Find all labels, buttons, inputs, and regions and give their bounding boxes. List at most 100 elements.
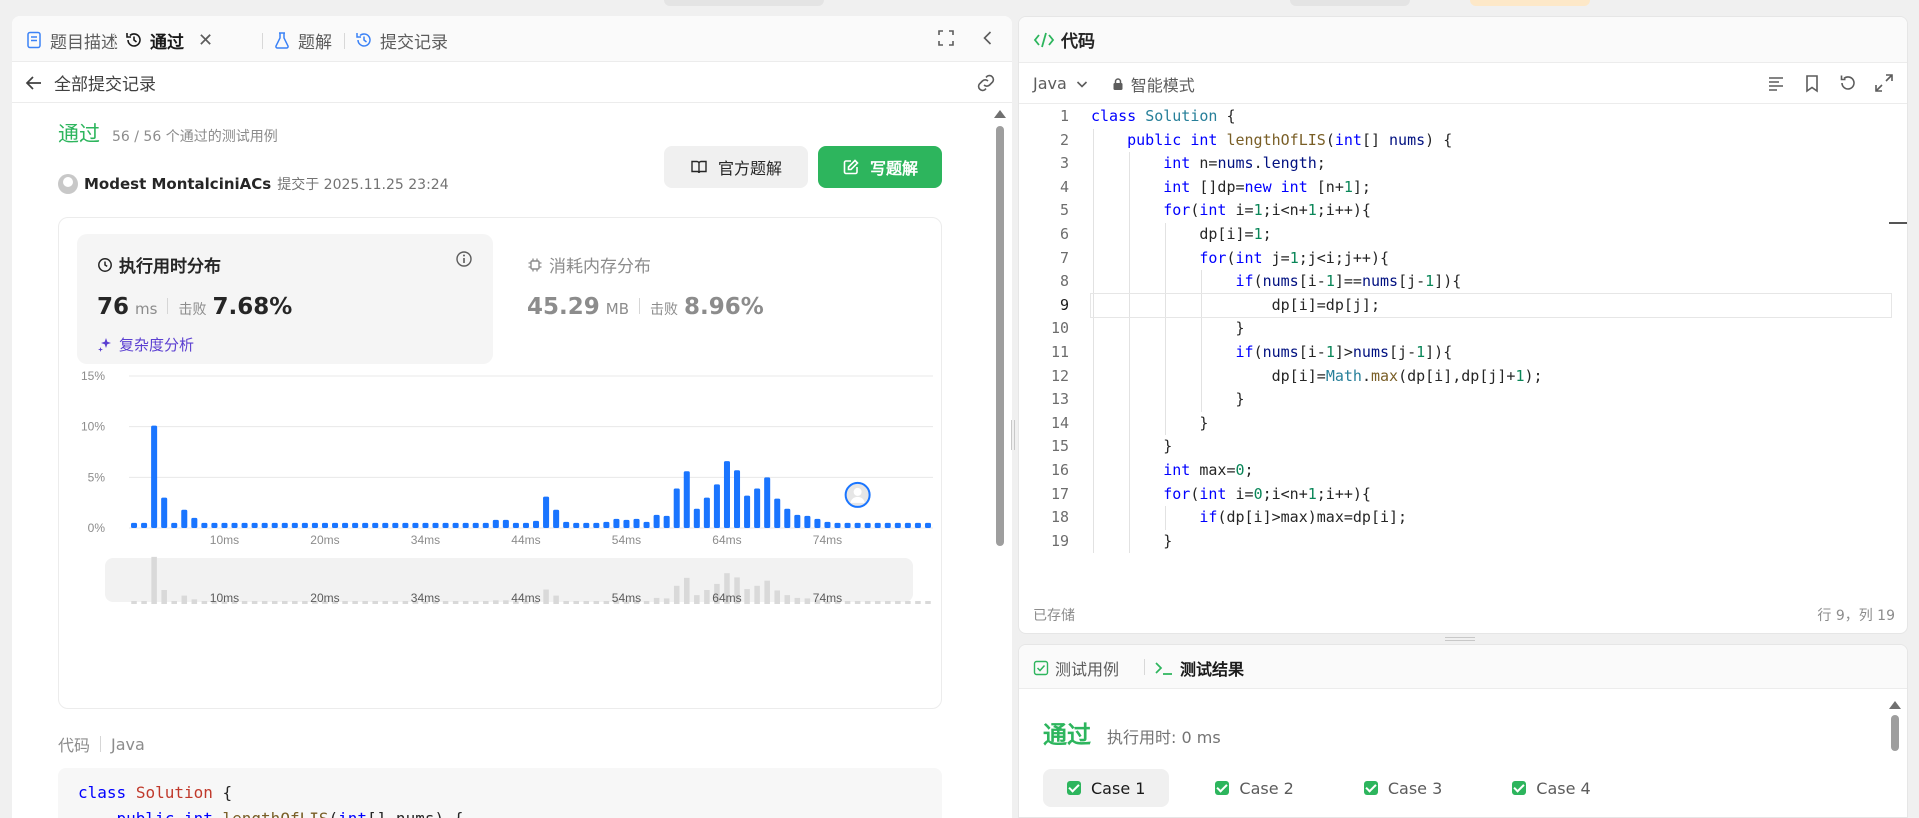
code-line[interactable]: } (1091, 530, 1891, 554)
chart-bar (301, 522, 308, 528)
chip-icon (528, 258, 542, 271)
code-line[interactable]: } (1091, 435, 1891, 459)
overview-tick-label: 64ms (712, 591, 741, 605)
write-solution-button[interactable]: 写题解 (818, 146, 942, 188)
left-panel: 题目描述 通过 ✕ 题解 提交记录 全部提交记录 通过 56 / 56 个通过的… (12, 16, 1012, 818)
author-name[interactable]: Modest MontalciniACs (84, 175, 271, 193)
back-arrow-icon[interactable] (22, 71, 46, 95)
line-number: 6 (1059, 224, 1069, 243)
line-number: 12 (1050, 366, 1069, 385)
tab-description[interactable]: 题目描述 (24, 28, 118, 53)
overview-bar (292, 601, 298, 604)
overview-bar (854, 601, 861, 604)
code-line[interactable]: int []dp=new int [n+1]; (1091, 176, 1891, 200)
code-line[interactable]: class Solution { (1091, 105, 1891, 129)
tab-solutions[interactable]: 题解 (272, 28, 332, 53)
chart-bar (452, 522, 459, 528)
avatar[interactable] (58, 174, 78, 194)
overview-bar (402, 601, 409, 604)
x-tick-label: 44ms (511, 533, 540, 547)
chart-bar (613, 518, 620, 528)
vertical-splitter[interactable] (1011, 420, 1015, 450)
line-number: 14 (1050, 413, 1069, 432)
close-icon[interactable]: ✕ (198, 30, 213, 51)
horizontal-splitter[interactable] (1445, 637, 1475, 641)
overview-bar (462, 601, 469, 604)
link-icon[interactable] (974, 71, 998, 95)
overview-bar (493, 600, 499, 604)
tab-label: 测试结果 (1180, 660, 1245, 679)
overview-tick-label: 74ms (813, 591, 842, 605)
scroll-thumb[interactable] (1891, 715, 1899, 751)
tab-submissions[interactable]: 提交记录 (354, 28, 448, 53)
overview-tick-label: 10ms (210, 591, 239, 605)
code-lines[interactable]: class Solution { public int lengthOfLIS(… (1090, 105, 1892, 554)
smart-mode-toggle[interactable]: 智能模式 (1111, 72, 1195, 96)
official-solution-button[interactable]: 官方题解 (664, 146, 808, 188)
case-tab[interactable]: Case 1 (1043, 769, 1170, 807)
divider (639, 298, 640, 314)
runtime-stat[interactable]: 执行用时分布 76 ms 击败 7.68% 复杂度分析 (77, 234, 493, 364)
editor-area[interactable]: 1 2 3 4 5 6 7 8 9 10 11 12 13 14 15 16 17 18 19 class Solu… (1019, 105, 1907, 595)
top-nav-pill[interactable] (1470, 0, 1590, 6)
overview-bar (452, 601, 459, 604)
scroll-up-icon[interactable] (994, 110, 1006, 118)
overview-bar (905, 601, 911, 604)
fullscreen-icon[interactable] (936, 28, 956, 48)
chart-bar (774, 498, 781, 528)
runtime-title: 执行用时分布 (119, 257, 221, 277)
code-line[interactable]: if(nums[i-1]>nums[j-1]){ (1091, 341, 1891, 365)
bookmark-icon[interactable] (1801, 72, 1823, 94)
top-nav-pill[interactable] (1290, 0, 1410, 6)
top-strip (0, 0, 1919, 14)
code-line[interactable]: int n=nums.length; (1091, 152, 1891, 176)
overview-bar (764, 580, 770, 604)
overview-bar (593, 601, 600, 604)
tab-test-result[interactable]: 测试结果 (1154, 656, 1244, 680)
code-line[interactable]: } (1091, 412, 1891, 436)
runtime-distribution-chart[interactable]: 15% 10% 5% 0% 10ms 20ms 34ms 44ms 54ms 64ms 74ms 10… (59, 368, 943, 708)
memory-stat[interactable]: 消耗内存分布 45.29 MB 击败 8.96% (507, 234, 923, 364)
expand-icon[interactable] (1873, 72, 1895, 94)
memory-unit: MB (605, 300, 629, 318)
case-tab[interactable]: Case 4 (1488, 769, 1614, 807)
memory-value: 45.29 (527, 294, 600, 320)
book-icon (691, 160, 707, 174)
left-scrollbar[interactable] (992, 104, 1006, 818)
top-nav-pill[interactable] (664, 0, 824, 6)
format-icon[interactable] (1765, 72, 1787, 94)
chart-bar (553, 509, 560, 528)
code-line[interactable]: } (1091, 388, 1891, 412)
editor-status-bar: 已存储 行 9，列 19 (1019, 595, 1907, 633)
tab-testcases[interactable]: 测试用例 (1033, 656, 1119, 680)
x-tick-label: 10ms (210, 533, 239, 547)
scroll-up-icon[interactable] (1889, 701, 1901, 709)
tab-accepted[interactable]: 通过 ✕ (124, 28, 213, 53)
case-tab[interactable]: Case 2 (1191, 769, 1317, 807)
chart-bar (653, 514, 660, 528)
language-select[interactable]: Java (1033, 74, 1089, 93)
chart-bar (794, 514, 801, 528)
result-scrollbar[interactable] (1889, 697, 1901, 817)
case-tab[interactable]: Case 3 (1340, 769, 1466, 807)
complexity-label: 复杂度分析 (119, 336, 195, 354)
code-line[interactable]: int max=0; (1091, 459, 1891, 483)
collapse-icon[interactable] (978, 28, 998, 48)
code-line[interactable]: for(int i=1;i<n+1;i++){ (1091, 199, 1891, 223)
code-line[interactable]: if(dp[i]>max)max=dp[i]; (1091, 506, 1891, 530)
code-line[interactable]: if(nums[i-1]==nums[j-1]){ (1091, 270, 1891, 294)
code-line[interactable]: dp[i]=1; (1091, 223, 1891, 247)
chart-bar (201, 522, 208, 528)
code-line[interactable]: for(int i=0;i<n+1;i++){ (1091, 483, 1891, 507)
code-line[interactable]: dp[i]=Math.max(dp[i],dp[j]+1); (1091, 365, 1891, 389)
reset-icon[interactable] (1837, 72, 1859, 94)
scroll-thumb[interactable] (996, 126, 1004, 546)
info-icon[interactable] (455, 250, 473, 268)
code-line[interactable]: public int lengthOfLIS(int[] nums) { (1091, 129, 1891, 153)
code-line[interactable]: dp[i]=dp[j]; (1090, 292, 1892, 319)
code-line[interactable]: } (1091, 317, 1891, 341)
chart-bar (382, 522, 389, 528)
all-submissions-link[interactable]: 全部提交记录 (54, 70, 156, 95)
complexity-analysis-link[interactable]: 复杂度分析 (97, 334, 194, 355)
code-line[interactable]: for(int j=1;j<i;j++){ (1091, 247, 1891, 271)
